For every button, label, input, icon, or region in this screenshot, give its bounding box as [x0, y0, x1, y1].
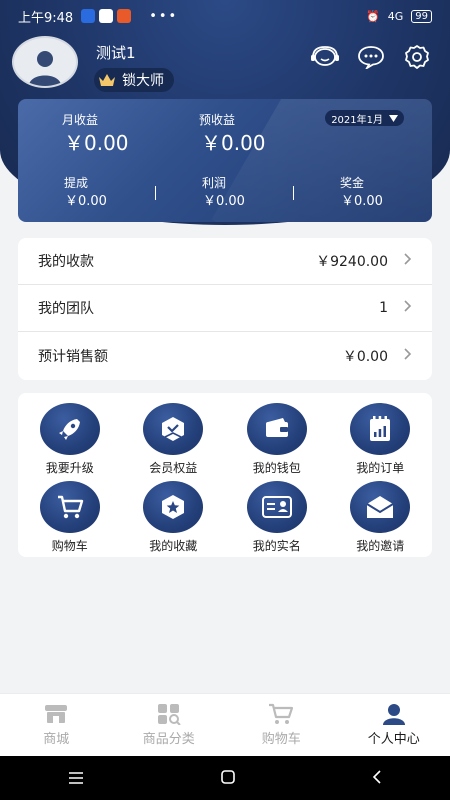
grid-item-orders[interactable]: 我的订单: [329, 403, 433, 481]
cart-icon: [39, 481, 100, 533]
feature-grid: 我要升级 会员权益 我的钱包 我的订单 购物车 我的收藏 我的实名 我的邀请: [18, 393, 432, 557]
membership-icon: [143, 403, 204, 455]
chevron-right-icon: [404, 253, 412, 269]
list-item-value: ￥9240.00: [316, 254, 388, 270]
more-notifications: •••: [149, 8, 179, 24]
menu-icon[interactable]: [68, 769, 84, 788]
home-icon[interactable]: [221, 769, 235, 788]
default-user-icon: [29, 51, 61, 86]
app-notification-icon: [99, 9, 114, 23]
message-icon[interactable]: [356, 44, 386, 70]
alarm-icon: ⏰: [366, 9, 380, 23]
tab-label: 个人中心: [367, 732, 420, 747]
list-item-payments[interactable]: 我的收款 ￥9240.00: [18, 238, 432, 285]
notification-icons: [81, 9, 132, 23]
caret-down-icon: [389, 114, 398, 122]
forecast-earnings-label: 预收益: [199, 113, 236, 127]
orders-icon: [350, 403, 411, 455]
list-item-forecast-sales[interactable]: 预计销售额 ￥0.00: [18, 332, 432, 379]
grid-item-label: 我的订单: [356, 461, 405, 475]
envelope-icon: [350, 481, 411, 533]
grid-item-label: 我的邀请: [356, 539, 405, 553]
username: 测试1: [96, 44, 136, 62]
chevron-right-icon: [404, 347, 412, 364]
back-icon[interactable]: [372, 769, 382, 788]
chevron-right-icon: [404, 300, 412, 316]
settings-gear-icon[interactable]: [402, 44, 432, 70]
grid-item-wallet[interactable]: 我的钱包: [225, 403, 329, 481]
grid-item-upgrade[interactable]: 我要升级: [18, 403, 122, 481]
member-level-label: 锁大师: [122, 73, 164, 89]
grid-item-invite[interactable]: 我的邀请: [329, 481, 433, 559]
month-earnings-value: ￥0.00: [64, 131, 129, 155]
divider: [293, 186, 294, 200]
bonus-value: ￥0.00: [341, 194, 383, 209]
id-card-icon: [246, 481, 307, 533]
system-navigation-bar: [0, 756, 450, 800]
grid-item-label: 会员权益: [149, 461, 198, 475]
wallet-icon: [246, 403, 307, 455]
cart-icon: [269, 703, 294, 724]
grid-item-label: 我的钱包: [252, 461, 301, 475]
commission-label: 提成: [64, 176, 89, 190]
earnings-card: 月收益 ￥0.00 预收益 ￥0.00 2021年1月 提成 ￥0.00 利润 …: [18, 99, 432, 222]
grid-item-cart[interactable]: 购物车: [18, 481, 122, 559]
list-item-value: ￥0.00: [342, 348, 388, 365]
grid-item-realname[interactable]: 我的实名: [225, 481, 329, 559]
store-icon: [45, 705, 68, 723]
status-right: ⏰ 4G 99: [366, 9, 432, 23]
month-selector-label: 2021年1月: [331, 114, 383, 126]
header-actions: [310, 44, 432, 70]
tab-profile[interactable]: 个人中心: [338, 694, 450, 756]
grid-item-membership[interactable]: 会员权益: [122, 403, 226, 481]
forecast-earnings-value: ￥0.00: [201, 131, 266, 155]
grid-item-label: 购物车: [51, 539, 88, 553]
crown-icon: [99, 74, 115, 86]
list-item-team[interactable]: 我的团队 1: [18, 285, 432, 332]
status-time: 上午9:48: [18, 10, 74, 26]
bottom-tab-bar: 商城 商品分类 购物车 个人中心: [0, 693, 450, 756]
star-icon: [143, 481, 204, 533]
tab-store[interactable]: 商城: [0, 694, 113, 756]
divider: [155, 186, 156, 200]
profit-value: ￥0.00: [203, 194, 245, 209]
tab-label: 商城: [43, 732, 70, 747]
status-bar: 上午9:48 ••• ⏰ 4G 99: [0, 0, 450, 32]
customer-service-icon[interactable]: [310, 44, 340, 70]
member-level-badge[interactable]: 锁大师: [94, 68, 174, 92]
list-item-value: 1: [379, 300, 388, 316]
list-item-label: 我的团队: [38, 301, 94, 317]
grid-item-label: 我要升级: [45, 461, 94, 475]
tab-categories[interactable]: 商品分类: [113, 694, 226, 756]
grid-item-label: 我的实名: [252, 539, 301, 553]
month-selector[interactable]: 2021年1月: [325, 110, 404, 126]
grid-item-favorites[interactable]: 我的收藏: [122, 481, 226, 559]
rocket-icon: [39, 403, 100, 455]
profit-label: 利润: [202, 176, 227, 190]
tab-cart[interactable]: 购物车: [225, 694, 338, 756]
grid-item-label: 我的收藏: [149, 539, 198, 553]
tab-label: 购物车: [261, 732, 301, 747]
avatar[interactable]: [12, 36, 78, 88]
tab-label: 商品分类: [142, 732, 195, 747]
battery-icon: 99: [411, 9, 432, 23]
category-icon: [157, 704, 181, 725]
month-earnings-label: 月收益: [62, 113, 99, 127]
signal-icon: 4G: [387, 9, 404, 23]
app-notification-icon: [81, 9, 96, 23]
list-item-label: 预计销售额: [38, 348, 108, 365]
commission-value: ￥0.00: [65, 194, 107, 209]
user-icon: [382, 704, 405, 725]
summary-list: 我的收款 ￥9240.00 我的团队 1 预计销售额 ￥0.00: [18, 238, 432, 380]
list-item-label: 我的收款: [38, 254, 94, 270]
app-notification-icon: [117, 9, 132, 23]
bonus-label: 奖金: [340, 176, 365, 190]
